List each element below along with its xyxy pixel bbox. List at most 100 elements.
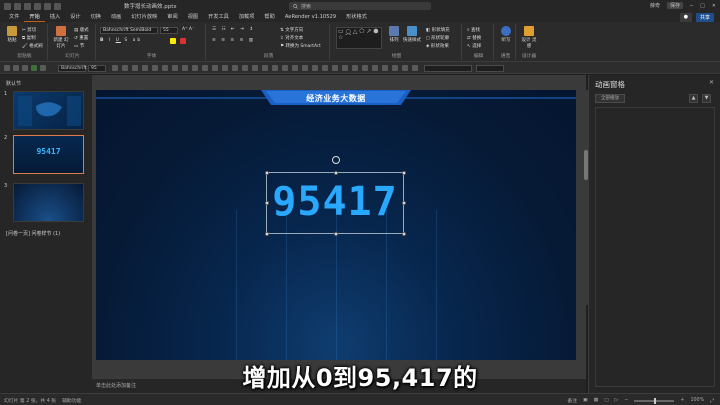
zoom-level[interactable]: 100%: [690, 398, 704, 403]
toolbar-icon-13[interactable]: [182, 65, 188, 71]
cut-button[interactable]: ✂ 剪切: [22, 27, 36, 33]
font-grow-icon[interactable]: A⁺ A⁻: [182, 27, 194, 32]
zoom-slider[interactable]: [634, 397, 675, 404]
toolbar-icon-3[interactable]: [22, 65, 28, 71]
resize-handle-sw[interactable]: [264, 231, 269, 236]
close-pane-icon[interactable]: ✕: [709, 79, 714, 86]
toolbar-icon-32[interactable]: [372, 65, 378, 71]
align-buttons[interactable]: ≡ ≡ ≡ ≡ ▥: [212, 38, 255, 43]
close-icon[interactable]: ✕: [712, 3, 716, 9]
dictate-button[interactable]: 听写: [498, 26, 514, 43]
toolbar-icon-24[interactable]: [292, 65, 298, 71]
toolbar-icon-9[interactable]: [142, 65, 148, 71]
ribbon-tab-12[interactable]: AeRender v1.10529: [280, 12, 341, 22]
slide-title[interactable]: 经济业务大数据: [96, 93, 576, 104]
shape-outline-button[interactable]: ◻ 形状轮廓: [426, 35, 449, 41]
slide-thumbnail-1[interactable]: [13, 91, 84, 130]
ribbon-tab-6[interactable]: 幻灯片放映: [126, 12, 162, 22]
toolbar-icon-28[interactable]: [332, 65, 338, 71]
toolbar-icon-22[interactable]: [272, 65, 278, 71]
designer-button[interactable]: 设计 灵感: [521, 26, 537, 49]
section-button[interactable]: ▭ 节: [74, 43, 84, 49]
reset-button[interactable]: ↺ 重置: [74, 35, 88, 41]
move-down-icon[interactable]: ▼: [702, 94, 711, 103]
ribbon-tab-5[interactable]: 动画: [106, 12, 126, 22]
resize-handle-nw[interactable]: [264, 170, 269, 175]
current-slide[interactable]: 经济业务大数据 95417: [96, 90, 576, 360]
smartart-button[interactable]: ⚑ 转换为 SmartArt: [280, 43, 321, 49]
find-button[interactable]: ⌕ 查找: [467, 27, 480, 33]
normal-view-icon[interactable]: ▣: [583, 398, 588, 403]
format-extra-combo[interactable]: [476, 65, 504, 72]
zoom-out-icon[interactable]: −: [624, 398, 628, 403]
format-size-combo[interactable]: 95: [88, 65, 106, 72]
list-buttons[interactable]: ☰ ☷ ⇤ ⇥ ↕: [212, 27, 255, 32]
section-title-questionnaire[interactable]: [问卷一页] 问卷样节 (1): [6, 230, 60, 237]
format-font-combo[interactable]: Bahnschrift: [58, 65, 87, 72]
toolbar-icon-18[interactable]: [232, 65, 238, 71]
toolbar-icon-25[interactable]: [302, 65, 308, 71]
resize-handle-e[interactable]: [401, 201, 406, 205]
notes-toggle[interactable]: 备注: [567, 397, 577, 404]
more-icon[interactable]: [54, 2, 61, 10]
ribbon-tab-4[interactable]: 切换: [86, 12, 106, 22]
ribbon-tab-9[interactable]: 开发工具: [203, 12, 234, 22]
select-button[interactable]: ↖ 选择: [467, 43, 481, 49]
resize-handle-se[interactable]: [401, 231, 406, 236]
toolbar-icon-11[interactable]: [162, 65, 168, 71]
toolbar-icon-33[interactable]: [382, 65, 388, 71]
toolbar-icon-34[interactable]: [392, 65, 398, 71]
toolbar-icon-36[interactable]: [412, 65, 418, 71]
toolbar-icon-29[interactable]: [342, 65, 348, 71]
animation-list[interactable]: [595, 107, 715, 387]
ribbon-tab-2[interactable]: 插入: [45, 12, 65, 22]
shape-gallery[interactable]: ▭ ○ △ ⬠ ↗ ⬢ ☆ ⌒: [336, 27, 382, 49]
ribbon-tab-10[interactable]: 加载项: [234, 12, 260, 22]
align-text-button[interactable]: ⇳ 对齐文本: [280, 35, 303, 41]
arrange-button[interactable]: 排列: [386, 26, 402, 43]
toolbar-icon-21[interactable]: [262, 65, 268, 71]
ribbon-tab-11[interactable]: 帮助: [259, 12, 279, 22]
highlight-color-icon[interactable]: [170, 38, 176, 44]
maximize-icon[interactable]: □: [700, 3, 705, 9]
toolbar-icon-15[interactable]: [202, 65, 208, 71]
resize-handle-w[interactable]: [264, 201, 269, 205]
zoom-in-icon[interactable]: +: [680, 398, 684, 403]
toolbar-icon-12[interactable]: [172, 65, 178, 71]
toolbar-icon-19[interactable]: [242, 65, 248, 71]
minimize-icon[interactable]: ─: [690, 3, 693, 9]
ribbon-tab-7[interactable]: 审阅: [162, 12, 182, 22]
accessibility-status[interactable]: 辅助功能: [62, 397, 81, 404]
toolbar-icon-6[interactable]: [112, 65, 118, 71]
toolbar-icon-23[interactable]: [282, 65, 288, 71]
animated-number[interactable]: 95417: [267, 179, 403, 225]
shape-fill-button[interactable]: ◧ 形状填充: [426, 27, 450, 33]
shape-effects-button[interactable]: ◈ 形状效果: [426, 43, 449, 49]
toolbar-icon-27[interactable]: [322, 65, 328, 71]
toolbar-icon-2[interactable]: [13, 65, 19, 71]
toolbar-icon-17[interactable]: [222, 65, 228, 71]
ribbon-tab-3[interactable]: 设计: [65, 12, 85, 22]
rotate-handle-icon[interactable]: [332, 156, 340, 164]
format-style-combo[interactable]: [424, 65, 472, 72]
record-button[interactable]: ●: [679, 13, 692, 22]
quick-styles-button[interactable]: 快速样式: [402, 26, 422, 43]
font-size-combo[interactable]: 55: [160, 27, 178, 34]
toolbar-icon-1[interactable]: [4, 65, 10, 71]
user-name[interactable]: 薛奇: [650, 2, 660, 9]
text-direction-button[interactable]: ⇅ 文字方向: [280, 27, 303, 33]
ribbon-tab-1[interactable]: 开始: [24, 12, 45, 22]
resize-handle-ne[interactable]: [401, 170, 406, 175]
save-icon[interactable]: [14, 2, 21, 10]
ribbon-tab-0[interactable]: 文件: [4, 12, 24, 22]
ribbon-tab-8[interactable]: 视图: [183, 12, 203, 22]
layout-button[interactable]: ▤ 版式: [74, 27, 89, 33]
toolbar-icon-14[interactable]: [192, 65, 198, 71]
fit-slide-icon[interactable]: ⤢: [710, 398, 714, 404]
play-all-button[interactable]: 全部播放: [595, 94, 625, 103]
font-color-icon[interactable]: [180, 38, 186, 44]
toolbar-icon-7[interactable]: [122, 65, 128, 71]
resize-handle-s[interactable]: [334, 231, 338, 236]
resize-handle-n[interactable]: [334, 170, 338, 175]
format-painter-button[interactable]: 🖌 格式刷: [22, 43, 43, 49]
